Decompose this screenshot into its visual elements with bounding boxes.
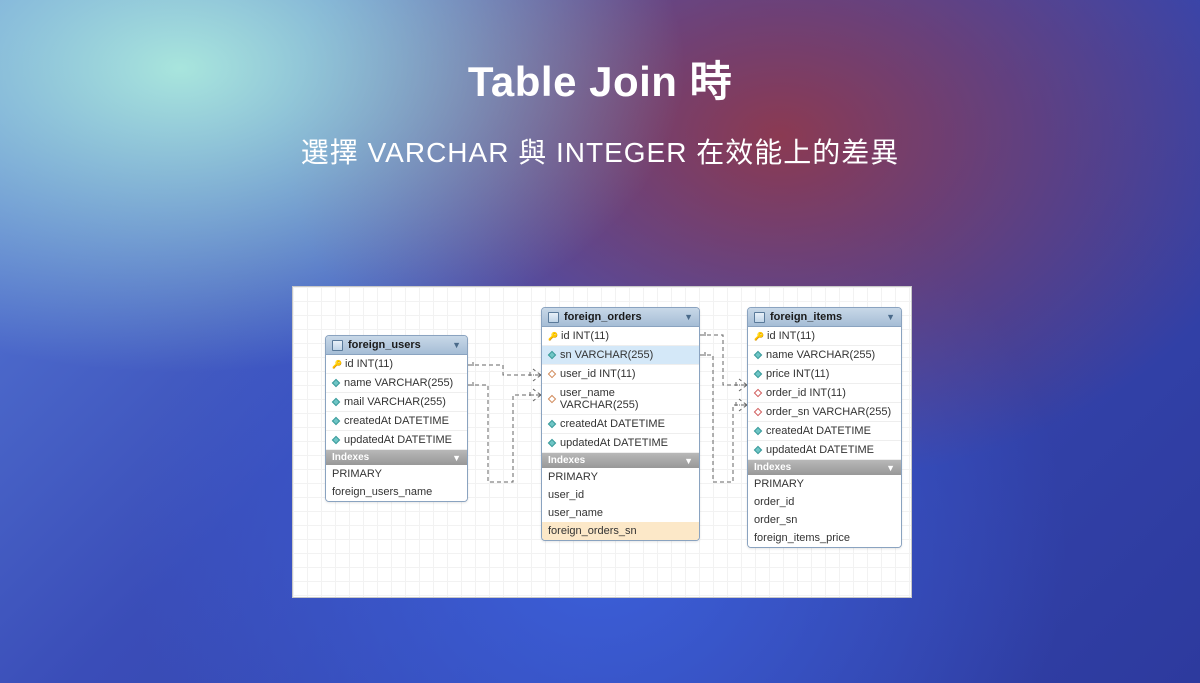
- column-row[interactable]: createdAt DATETIME: [542, 415, 699, 434]
- diamond-icon: [332, 436, 340, 444]
- index-row[interactable]: PRIMARY: [542, 468, 699, 486]
- page-title: Table Join 時: [0, 48, 1200, 109]
- index-row[interactable]: foreign_items_price: [748, 529, 901, 547]
- table-header[interactable]: foreign_items ▼: [748, 308, 901, 327]
- column-label: mail VARCHAR(255): [344, 396, 446, 408]
- column-label: sn VARCHAR(255): [560, 349, 653, 361]
- key-icon: [332, 360, 341, 369]
- column-row[interactable]: mail VARCHAR(255): [326, 393, 467, 412]
- diamond-icon: [754, 408, 762, 416]
- column-row[interactable]: order_id INT(11): [748, 384, 901, 403]
- diamond-icon: [754, 370, 762, 378]
- column-label: createdAt DATETIME: [766, 425, 871, 437]
- diamond-icon: [332, 379, 340, 387]
- column-label: user_name VARCHAR(255): [560, 387, 693, 411]
- chevron-down-icon: ▼: [886, 312, 895, 322]
- table-icon: [754, 312, 765, 323]
- indexes-section[interactable]: Indexes ▼: [542, 453, 699, 468]
- diamond-icon: [754, 446, 762, 454]
- column-label: updatedAt DATETIME: [560, 437, 668, 449]
- column-label: updatedAt DATETIME: [344, 434, 452, 446]
- column-label: name VARCHAR(255): [344, 377, 453, 389]
- diamond-icon: [548, 420, 556, 428]
- section-label: Indexes: [548, 455, 585, 466]
- column-row[interactable]: updatedAt DATETIME: [326, 431, 467, 450]
- column-label: id INT(11): [767, 330, 815, 342]
- diamond-icon: [548, 370, 556, 378]
- index-row[interactable]: PRIMARY: [326, 465, 467, 483]
- column-row[interactable]: updatedAt DATETIME: [542, 434, 699, 453]
- column-label: id INT(11): [345, 358, 393, 370]
- column-label: user_id INT(11): [560, 368, 636, 380]
- column-row[interactable]: createdAt DATETIME: [748, 422, 901, 441]
- index-row[interactable]: foreign_users_name: [326, 483, 467, 501]
- table-icon: [548, 312, 559, 323]
- column-row[interactable]: updatedAt DATETIME: [748, 441, 901, 460]
- diamond-icon: [548, 351, 556, 359]
- column-label: createdAt DATETIME: [344, 415, 449, 427]
- column-label: id INT(11): [561, 330, 609, 342]
- column-label: price INT(11): [766, 368, 829, 380]
- column-row[interactable]: createdAt DATETIME: [326, 412, 467, 431]
- table-name: foreign_users: [348, 339, 421, 351]
- column-label: name VARCHAR(255): [766, 349, 875, 361]
- index-row[interactable]: order_id: [748, 493, 901, 511]
- table-name: foreign_orders: [564, 311, 642, 323]
- key-icon: [754, 332, 763, 341]
- table-foreign-orders[interactable]: foreign_orders ▼ id INT(11) sn VARCHAR(2…: [541, 307, 700, 541]
- page-subtitle: 選擇 VARCHAR 與 INTEGER 在效能上的差異: [0, 131, 1200, 171]
- table-icon: [332, 340, 343, 351]
- column-row[interactable]: id INT(11): [542, 327, 699, 346]
- index-row[interactable]: order_sn: [748, 511, 901, 529]
- column-row[interactable]: name VARCHAR(255): [326, 374, 467, 393]
- column-label: createdAt DATETIME: [560, 418, 665, 430]
- indexes-section[interactable]: Indexes ▼: [748, 460, 901, 475]
- column-row[interactable]: id INT(11): [748, 327, 901, 346]
- table-header[interactable]: foreign_orders ▼: [542, 308, 699, 327]
- chevron-down-icon: ▼: [452, 340, 461, 350]
- table-foreign-users[interactable]: foreign_users ▼ id INT(11) name VARCHAR(…: [325, 335, 468, 502]
- column-label: updatedAt DATETIME: [766, 444, 874, 456]
- key-icon: [548, 332, 557, 341]
- index-row[interactable]: PRIMARY: [748, 475, 901, 493]
- diamond-icon: [548, 439, 556, 447]
- index-row[interactable]: foreign_orders_sn: [542, 522, 699, 540]
- column-row[interactable]: order_sn VARCHAR(255): [748, 403, 901, 422]
- table-foreign-items[interactable]: foreign_items ▼ id INT(11) name VARCHAR(…: [747, 307, 902, 548]
- section-label: Indexes: [754, 462, 791, 473]
- diamond-icon: [754, 427, 762, 435]
- index-row[interactable]: user_id: [542, 486, 699, 504]
- section-label: Indexes: [332, 452, 369, 463]
- index-row[interactable]: user_name: [542, 504, 699, 522]
- indexes-section[interactable]: Indexes ▼: [326, 450, 467, 465]
- diamond-icon: [332, 398, 340, 406]
- column-row[interactable]: price INT(11): [748, 365, 901, 384]
- chevron-down-icon: ▼: [452, 453, 461, 463]
- table-header[interactable]: foreign_users ▼: [326, 336, 467, 355]
- diamond-icon: [754, 389, 762, 397]
- chevron-down-icon: ▼: [886, 463, 895, 473]
- column-row[interactable]: user_name VARCHAR(255): [542, 384, 699, 415]
- column-label: order_sn VARCHAR(255): [766, 406, 891, 418]
- diamond-icon: [548, 395, 556, 403]
- chevron-down-icon: ▼: [684, 312, 693, 322]
- column-row[interactable]: user_id INT(11): [542, 365, 699, 384]
- diamond-icon: [332, 417, 340, 425]
- column-row[interactable]: sn VARCHAR(255): [542, 346, 699, 365]
- erd-canvas: foreign_users ▼ id INT(11) name VARCHAR(…: [292, 286, 912, 598]
- table-name: foreign_items: [770, 311, 842, 323]
- diamond-icon: [754, 351, 762, 359]
- column-row[interactable]: id INT(11): [326, 355, 467, 374]
- column-row[interactable]: name VARCHAR(255): [748, 346, 901, 365]
- chevron-down-icon: ▼: [684, 456, 693, 466]
- column-label: order_id INT(11): [766, 387, 846, 399]
